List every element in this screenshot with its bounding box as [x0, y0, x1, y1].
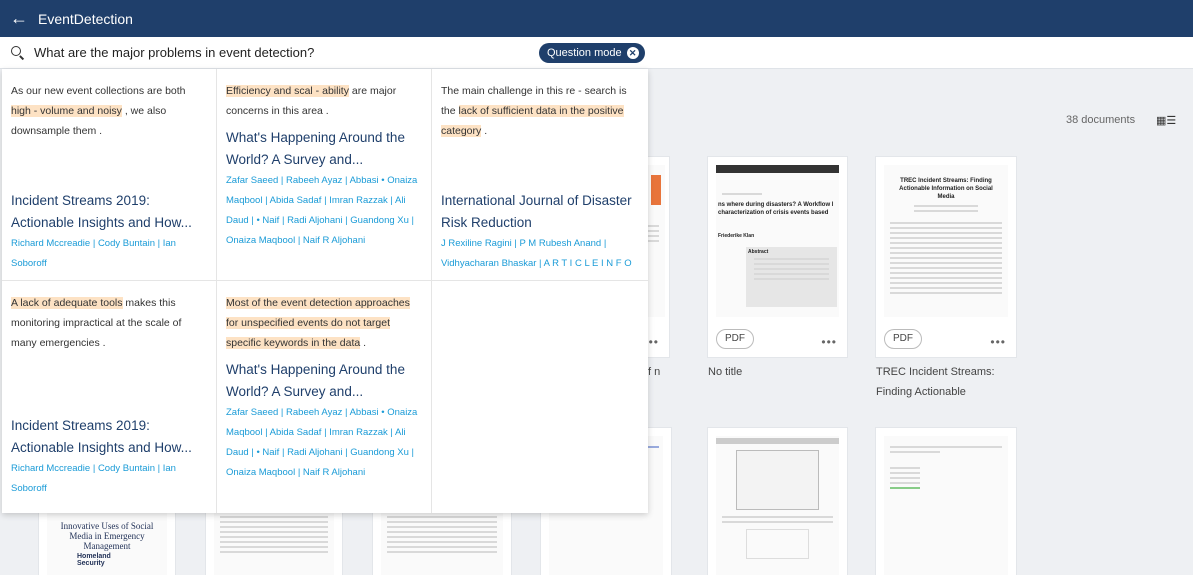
answer-snippet: Efficiency and scal - ability are major … — [226, 85, 397, 117]
answer-snippet: A lack of adequate tools makes this moni… — [11, 297, 182, 349]
app-title: EventDetection — [38, 10, 133, 27]
answer-authors: Zafar Saeed | Rabeeh Ayaz | Abbasi • Ona… — [226, 175, 418, 246]
document-card[interactable] — [875, 427, 1017, 575]
answer-document-title[interactable]: International Journal of Disaster Risk R… — [441, 190, 639, 234]
answer-document-title[interactable]: Incident Streams 2019: Actionable Insigh… — [11, 415, 207, 459]
document-thumbnail: TREC Incident Streams: Finding Actionabl… — [884, 165, 1008, 317]
document-thumbnail — [884, 436, 1008, 575]
answer-document-title[interactable]: What's Happening Around the World? A Sur… — [226, 127, 422, 171]
search-input[interactable] — [34, 45, 514, 60]
answer-card[interactable]: The main challenge in this re - search i… — [432, 69, 648, 281]
document-count: 38 documents — [1066, 114, 1136, 126]
arrow-left-icon[interactable]: ← — [10, 8, 32, 29]
thumbnail-title: TREC Incident Streams: Finding Actionabl… — [899, 178, 993, 200]
document-caption: No title — [708, 366, 743, 378]
thumbnail-logo-text: Homeland Security — [77, 553, 111, 567]
document-card[interactable]: Innovative Uses of Social Media in Emerg… — [38, 510, 176, 575]
answer-authors: Richard Mccreadie | Cody Buntain | Ian S… — [11, 238, 176, 269]
pdf-badge: PDF — [884, 329, 922, 349]
document-thumbnail — [716, 436, 839, 575]
more-options-icon[interactable]: ••• — [990, 335, 1006, 349]
answer-snippet: The main challenge in this re - search i… — [441, 85, 627, 137]
more-options-icon[interactable]: ••• — [821, 335, 837, 349]
search-icon[interactable] — [10, 45, 26, 61]
document-card[interactable]: TREC Incident Streams: Finding Actionabl… — [875, 156, 1017, 358]
pdf-badge: PDF — [716, 329, 754, 349]
answer-authors: Zafar Saeed | Rabeeh Ayaz | Abbasi • Ona… — [226, 407, 418, 478]
document-card[interactable] — [372, 510, 512, 575]
close-icon[interactable]: ✕ — [626, 47, 639, 59]
question-mode-chip[interactable]: Question mode ✕ — [539, 43, 645, 63]
answer-authors: Richard Mccreadie | Cody Buntain | Ian S… — [11, 463, 176, 494]
thumbnail-abstract-label: Abstract — [748, 249, 769, 255]
document-caption: TREC Incident Streams: Finding Actionabl… — [876, 366, 995, 398]
answer-card[interactable]: Most of the event detection approaches f… — [217, 281, 432, 513]
answer-card[interactable]: Efficiency and scal - ability are major … — [217, 69, 432, 281]
grid-list-toggle-icon[interactable]: ▦☰ — [1156, 114, 1176, 127]
answer-document-title[interactable]: Incident Streams 2019: Actionable Insigh… — [11, 190, 207, 234]
answer-authors: J Rexiline Ragini | P M Rubesh Anand | V… — [441, 238, 632, 269]
answer-snippet: Most of the event detection approaches f… — [226, 297, 410, 349]
answers-panel: As our new event collections are both hi… — [2, 69, 648, 513]
answer-card[interactable]: As our new event collections are both hi… — [2, 69, 217, 281]
document-thumbnail — [381, 513, 503, 575]
document-thumbnail: Innovative Uses of Social Media in Emerg… — [47, 513, 167, 575]
document-card[interactable] — [205, 510, 343, 575]
app-header: ← EventDetection — [0, 0, 1193, 37]
document-card[interactable]: ns where during disasters? A Workflow l … — [707, 156, 848, 358]
document-caption: f n — [648, 366, 661, 378]
question-mode-label: Question mode — [547, 47, 622, 59]
thumbnail-heading: ns where during disasters? A Workflow l … — [718, 202, 834, 216]
document-thumbnail: ns where during disasters? A Workflow l … — [716, 165, 839, 317]
answer-card[interactable]: A lack of adequate tools makes this moni… — [2, 281, 217, 513]
document-card[interactable] — [707, 427, 848, 575]
thumbnail-title: Innovative Uses of Social Media in Emerg… — [60, 521, 154, 551]
answer-document-title[interactable]: What's Happening Around the World? A Sur… — [226, 359, 422, 403]
thumbnail-author: Friederike Klan — [718, 233, 755, 239]
answer-snippet: As our new event collections are both hi… — [11, 85, 186, 137]
document-thumbnail — [214, 513, 334, 575]
